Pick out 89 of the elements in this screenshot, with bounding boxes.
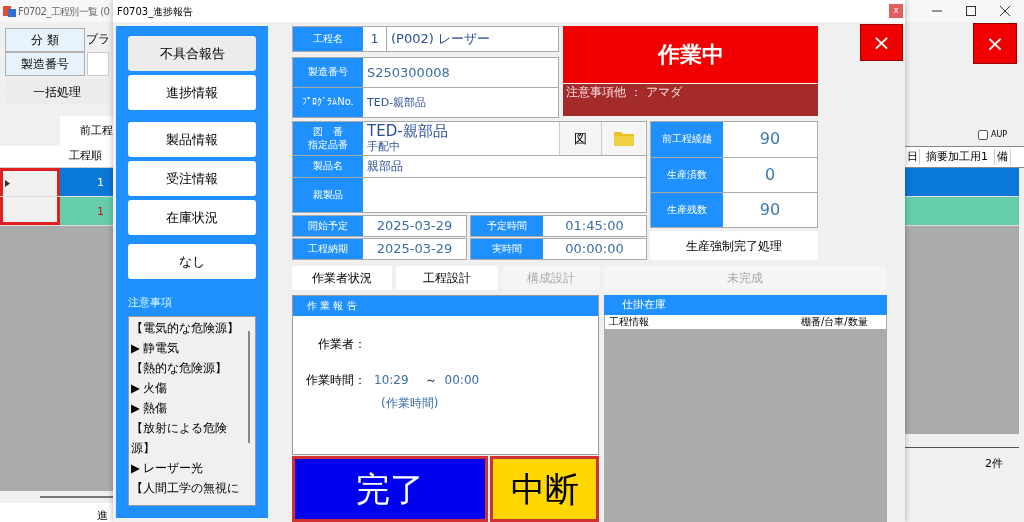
tab-button[interactable]: 工程設計 <box>396 266 498 290</box>
checkbox-label: AUP <box>991 129 1008 141</box>
time-separator: ～ <box>424 372 437 389</box>
field-label: 実時間 <box>471 239 543 259</box>
field-label: 前工程繰越 <box>651 122 723 157</box>
tab-button[interactable]: 作業者状況 <box>292 266 392 290</box>
close-button[interactable]: × <box>860 24 903 61</box>
panel-title: 仕掛在庫 <box>604 295 887 315</box>
product-name: 親部品 <box>366 158 403 175</box>
grid-row[interactable] <box>905 168 1019 197</box>
time-note: (作業時間) <box>381 395 440 412</box>
field-label: 工程名 <box>293 27 363 51</box>
note-line: 【熱的な危険源】 <box>130 360 228 377</box>
scrollbar-thumb[interactable] <box>248 331 250 443</box>
checkbox[interactable] <box>978 130 988 140</box>
notes-label: 注意事項 <box>128 296 173 310</box>
status-banner: 作業中 <box>563 26 818 83</box>
filter-field[interactable] <box>87 52 109 76</box>
side-button[interactable]: 在庫状況 <box>128 200 256 235</box>
note-line: 【放射による危険源】 <box>130 420 228 457</box>
drawing-button[interactable]: 図 <box>559 122 601 155</box>
folder-icon <box>613 131 634 146</box>
note-line: ▶ 火傷 <box>130 380 169 397</box>
window-title: F0702_工程別一覧 (0 <box>18 4 110 19</box>
field-label: 生産済数 <box>651 158 723 192</box>
complete-button[interactable]: 完了 <box>292 456 488 522</box>
note-line: 【人間工学の無視に <box>130 480 240 497</box>
note-line: ▶ 熱傷 <box>130 400 169 417</box>
note-line: ▶ レーザー光 <box>130 460 205 477</box>
batch-button[interactable]: 一括処理 <box>5 79 109 105</box>
column-header: 備 <box>995 148 1011 166</box>
field-label: 生産残数 <box>651 193 723 227</box>
note-line: 【電気的な危険源】 <box>130 320 240 337</box>
time-label: 作業時間： <box>306 372 366 389</box>
count-value: 90 <box>758 199 782 221</box>
field-label: 予定時間 <box>471 216 543 236</box>
filter-value: ブラ <box>86 31 110 48</box>
time-value: 00:00:00 <box>564 240 625 258</box>
date-value: 2025-03-29 <box>375 240 454 258</box>
close-icon[interactable] <box>1000 6 1010 16</box>
force-complete-button[interactable]: 生産強制完了処理 <box>650 231 818 260</box>
panel-title: 作 業 報 告 <box>293 296 598 316</box>
maximize-icon[interactable] <box>966 6 976 16</box>
side-button[interactable]: 受注情報 <box>128 161 256 196</box>
worker-label: 作業者： <box>318 336 367 353</box>
side-button[interactable]: 不具合報告 <box>128 36 256 71</box>
end-time: 00:00 <box>444 372 480 389</box>
pause-button[interactable]: 中断 <box>490 456 599 522</box>
field-label: 工程納期 <box>293 239 363 259</box>
field-label: 製品名 <box>293 156 363 177</box>
process-number: 1 <box>363 27 387 51</box>
column-header: 棚番/台車/数量 <box>800 315 868 329</box>
table-cell-text: 1 <box>96 175 104 191</box>
row-pointer-icon <box>5 180 10 187</box>
folder-button[interactable] <box>601 122 645 155</box>
status-note: 注意事項他 ： アマダ <box>563 84 818 116</box>
column-header: 工程順 <box>67 148 103 165</box>
column-header: 摘要加工用1 <box>920 148 995 166</box>
filter-label: 製造番号 <box>5 52 85 76</box>
arrangement-status: 手配中 <box>367 140 401 154</box>
field-label: 開始予定 <box>293 216 363 236</box>
serial-number: S250300008 <box>366 64 450 82</box>
count-value: 0 <box>763 164 777 186</box>
table-cell-text: 1 <box>96 204 104 220</box>
filter-label: 分 類 <box>5 28 85 52</box>
time-value: 01:45:00 <box>564 217 625 235</box>
drawing-number: TED-親部品 <box>367 122 449 140</box>
count-value: 90 <box>758 128 782 150</box>
field-label: 図 番 指定品番 <box>293 122 363 155</box>
tab[interactable]: 前工程 <box>60 116 113 146</box>
field-label: ﾌﾟﾛｸﾞﾗﾑNo. <box>293 88 363 117</box>
field-label: 親製品 <box>293 178 363 212</box>
grid-row[interactable] <box>905 197 1019 226</box>
side-button[interactable]: 進捗情報 <box>128 75 256 110</box>
start-time: 10:29 <box>374 372 409 389</box>
close-button[interactable]: × <box>973 23 1017 64</box>
status-text: 2件 <box>985 458 1004 470</box>
grid-row[interactable]: 1 <box>0 168 113 197</box>
column-header: 工程情報 <box>608 315 650 329</box>
process-name: (P002) レーザー <box>390 30 490 48</box>
field-label: 製造番号 <box>293 58 363 87</box>
note-line: ▶ 静電気 <box>130 340 181 357</box>
side-button[interactable]: なし <box>128 244 256 279</box>
status-text: 進 <box>97 510 108 522</box>
app-icon <box>3 5 16 17</box>
dialog-title: F0703_進捗報告 <box>117 4 194 19</box>
program-number: TED-親部品 <box>366 95 427 111</box>
date-value: 2025-03-29 <box>375 217 454 235</box>
side-button[interactable]: 製品情報 <box>128 122 256 157</box>
